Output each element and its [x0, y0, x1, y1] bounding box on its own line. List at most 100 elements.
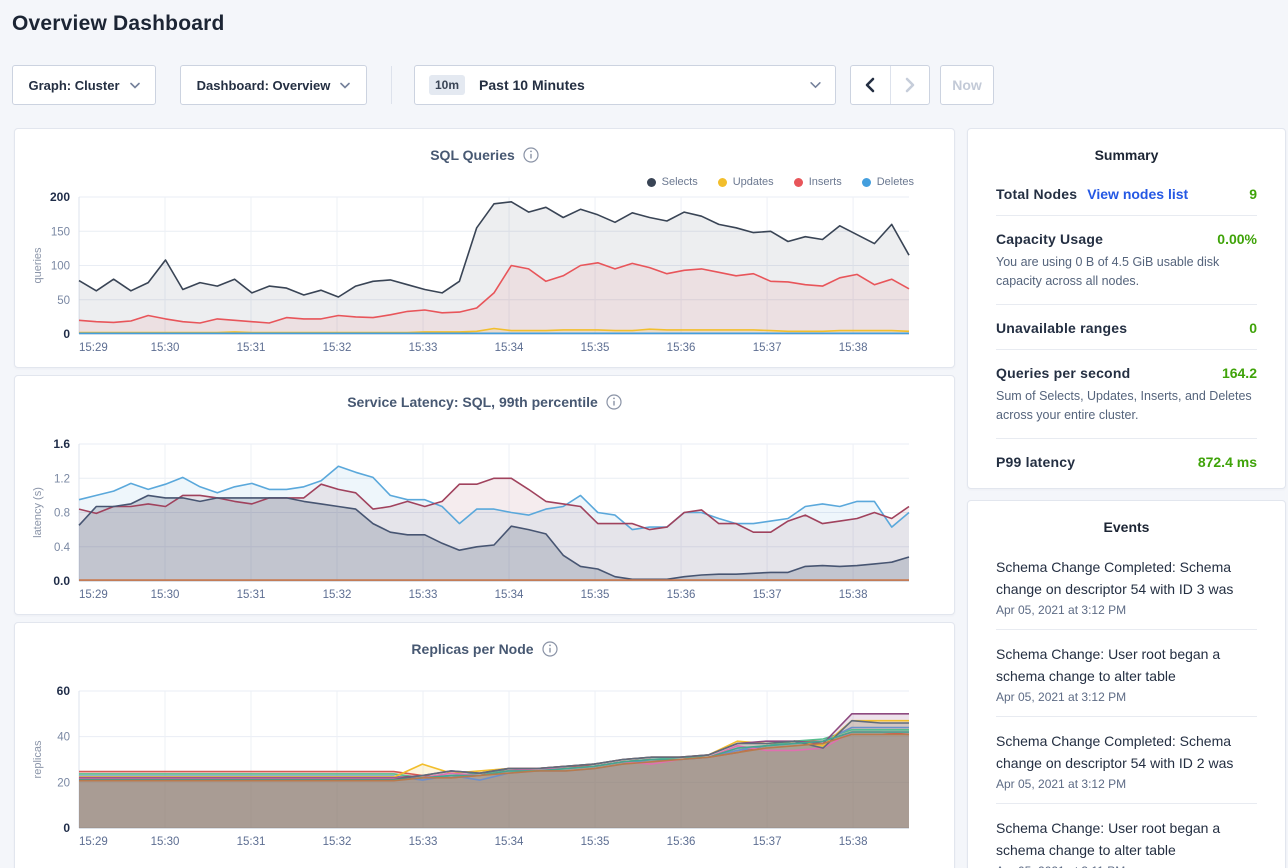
svg-text:15:33: 15:33 [409, 342, 438, 354]
summary-value: 0 [1249, 320, 1257, 336]
sql-queries-plot[interactable]: 05010015020015:2915:3015:3115:3215:3315:… [15, 187, 956, 372]
summary-rows: Total Nodes View nodes list 9 Capacity Usag… [996, 171, 1257, 483]
summary-panel: Summary Total Nodes View nodes list 9 Capac… [967, 128, 1286, 489]
chart-title: Replicas per Node [411, 641, 533, 657]
svg-text:0.4: 0.4 [54, 542, 71, 554]
dashboard-dropdown-label: Dashboard: Overview [197, 78, 331, 93]
chart-title: SQL Queries [430, 147, 515, 163]
summary-title: Summary [996, 147, 1257, 163]
summary-label: Unavailable ranges [996, 320, 1127, 336]
info-icon[interactable] [523, 147, 539, 163]
svg-text:15:37: 15:37 [753, 836, 782, 848]
svg-text:15:29: 15:29 [79, 342, 108, 354]
svg-text:20: 20 [57, 777, 70, 789]
time-range-badge: 10m [429, 75, 465, 95]
event-item[interactable]: Schema Change: User root began a schema … [996, 803, 1257, 868]
chevron-down-icon [810, 81, 821, 89]
summary-value: 0.00% [1217, 231, 1257, 247]
svg-text:15:30: 15:30 [151, 589, 180, 601]
summary-row: Unavailable ranges 0 [996, 304, 1257, 349]
time-nav-group [850, 65, 930, 105]
summary-value: 9 [1249, 186, 1257, 202]
legend-dot [718, 178, 727, 187]
event-text[interactable]: Schema Change: User root began a schema … [996, 643, 1257, 687]
summary-row: Capacity Usage 0.00% You are using 0 B of … [996, 215, 1257, 304]
event-timestamp: Apr 05, 2021 at 3:12 PM [996, 690, 1257, 704]
svg-text:15:38: 15:38 [839, 342, 868, 354]
summary-label: Queries per second [996, 365, 1130, 381]
svg-text:15:36: 15:36 [667, 342, 696, 354]
svg-text:15:36: 15:36 [667, 836, 696, 848]
svg-text:15:29: 15:29 [79, 836, 108, 848]
svg-text:15:38: 15:38 [839, 589, 868, 601]
summary-row: Queries per second164.2Sum of Selects, U… [996, 349, 1257, 438]
view-nodes-list-link[interactable]: View nodes list [1087, 186, 1188, 202]
summary-row: Total Nodes View nodes list 9 [996, 171, 1257, 215]
info-icon[interactable] [542, 641, 558, 657]
svg-text:queries: queries [32, 247, 44, 284]
svg-text:15:31: 15:31 [237, 589, 266, 601]
svg-text:0.8: 0.8 [54, 508, 70, 520]
event-item[interactable]: Schema Change: User root began a schema … [996, 629, 1257, 716]
svg-text:15:30: 15:30 [151, 342, 180, 354]
svg-text:100: 100 [51, 261, 70, 273]
info-icon[interactable] [606, 394, 622, 410]
event-list: Schema Change Completed: Schema change o… [996, 543, 1257, 868]
time-back-button[interactable] [851, 66, 890, 104]
event-item[interactable]: Schema Change Completed: Schema change o… [996, 716, 1257, 803]
summary-label: Total Nodes [996, 186, 1077, 202]
service-latency-chart-card: Service Latency: SQL, 99th percentile 0.… [14, 375, 955, 615]
svg-text:15:34: 15:34 [495, 342, 524, 354]
svg-text:1.6: 1.6 [53, 437, 70, 451]
svg-text:15:35: 15:35 [581, 589, 610, 601]
svg-text:15:33: 15:33 [409, 589, 438, 601]
svg-text:15:32: 15:32 [323, 589, 352, 601]
svg-text:15:35: 15:35 [581, 836, 610, 848]
graph-dropdown[interactable]: Graph: Cluster [12, 65, 156, 105]
svg-text:40: 40 [57, 732, 70, 744]
event-item[interactable]: Schema Change Completed: Schema change o… [996, 543, 1257, 629]
svg-text:15:34: 15:34 [495, 836, 524, 848]
svg-text:replicas: replicas [32, 740, 44, 778]
event-text[interactable]: Schema Change Completed: Schema change o… [996, 556, 1257, 600]
summary-description: Sum of Selects, Updates, Inserts, and De… [996, 387, 1257, 425]
svg-text:15:31: 15:31 [237, 342, 266, 354]
svg-text:1.2: 1.2 [54, 473, 70, 485]
svg-text:0.0: 0.0 [53, 574, 70, 588]
sql-queries-chart-card: SQL Queries SelectsUpdatesInsertsDeletes… [14, 128, 955, 368]
now-button-label: Now [952, 77, 982, 93]
dashboard-dropdown[interactable]: Dashboard: Overview [180, 65, 367, 105]
svg-text:15:33: 15:33 [409, 836, 438, 848]
summary-label: Capacity Usage [996, 231, 1103, 247]
event-timestamp: Apr 05, 2021 at 3:12 PM [996, 603, 1257, 617]
svg-text:0: 0 [63, 821, 70, 835]
svg-text:15:32: 15:32 [323, 342, 352, 354]
replicas-per-node-plot[interactable]: 020406015:2915:3015:3115:3215:3315:3415:… [15, 681, 956, 866]
service-latency-plot[interactable]: 0.00.40.81.21.615:2915:3015:3115:3215:33… [15, 434, 956, 619]
events-title: Events [996, 519, 1257, 535]
svg-text:15:38: 15:38 [839, 836, 868, 848]
chart-title: Service Latency: SQL, 99th percentile [347, 394, 598, 410]
time-range-label: Past 10 Minutes [479, 77, 800, 93]
svg-text:15:34: 15:34 [495, 589, 524, 601]
event-text[interactable]: Schema Change: User root began a schema … [996, 817, 1257, 861]
chevron-down-icon [340, 82, 350, 89]
events-panel: Events Schema Change Completed: Schema c… [967, 500, 1286, 868]
event-timestamp: Apr 05, 2021 at 3:12 PM [996, 777, 1257, 791]
time-forward-button[interactable] [890, 66, 929, 104]
svg-text:200: 200 [50, 190, 70, 204]
page-title: Overview Dashboard [12, 12, 225, 36]
svg-text:15:32: 15:32 [323, 836, 352, 848]
svg-text:150: 150 [51, 226, 70, 238]
svg-text:15:30: 15:30 [151, 836, 180, 848]
svg-text:15:37: 15:37 [753, 589, 782, 601]
event-text[interactable]: Schema Change Completed: Schema change o… [996, 730, 1257, 774]
graph-dropdown-label: Graph: Cluster [28, 78, 119, 93]
legend-dot [794, 178, 803, 187]
summary-label: P99 latency [996, 454, 1075, 470]
now-button[interactable]: Now [940, 65, 994, 105]
svg-text:50: 50 [57, 295, 70, 307]
svg-text:15:36: 15:36 [667, 589, 696, 601]
time-range-dropdown[interactable]: 10m Past 10 Minutes [414, 65, 836, 105]
summary-description: You are using 0 B of 4.5 GiB usable disk… [996, 253, 1257, 291]
